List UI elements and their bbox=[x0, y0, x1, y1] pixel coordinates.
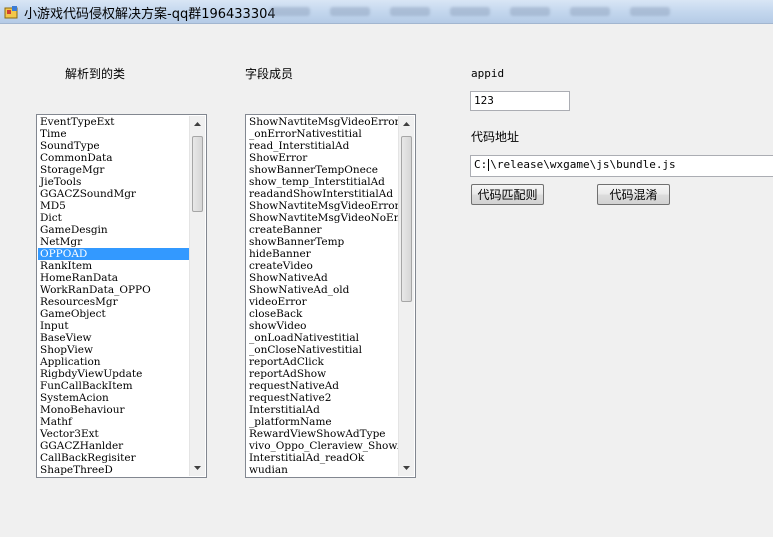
field-list-item[interactable]: wudian bbox=[247, 464, 398, 476]
class-list-item[interactable]: OPPOAD bbox=[38, 248, 189, 260]
class-listbox[interactable]: EventTypeExt Time SoundType CommonData Stora… bbox=[36, 114, 207, 478]
class-list-item[interactable]: GGACZSoundMgr bbox=[38, 188, 189, 200]
class-list-item[interactable]: BaseView bbox=[38, 332, 189, 344]
arrow-up-icon[interactable] bbox=[399, 116, 414, 132]
class-list-item[interactable]: Vector3Ext bbox=[38, 428, 189, 440]
blurred-menu-area bbox=[270, 7, 710, 17]
appid-value: 123 bbox=[474, 94, 494, 107]
arrow-down-icon[interactable] bbox=[399, 460, 414, 476]
field-list-item[interactable]: showVideo bbox=[247, 320, 398, 332]
code-path-rest: \release\wxgame\js\bundle.js bbox=[490, 158, 676, 171]
field-list-item[interactable]: ShowError bbox=[247, 152, 398, 164]
arrow-up-icon[interactable] bbox=[190, 116, 205, 132]
field-list-item[interactable]: RewardViewShowAdType bbox=[247, 428, 398, 440]
field-list-item[interactable]: createVideo bbox=[247, 260, 398, 272]
field-list-item[interactable]: InterstitialAd_readOk bbox=[247, 452, 398, 464]
field-list-item[interactable]: read_InterstitialAd bbox=[247, 140, 398, 152]
fields-label: 字段成员 bbox=[245, 67, 294, 81]
class-list-item[interactable]: CommonData bbox=[38, 152, 189, 164]
field-list-item[interactable]: show_temp_InterstitialAd bbox=[247, 176, 398, 188]
class-list-item[interactable]: GameObject bbox=[38, 308, 189, 320]
class-list-item[interactable]: FunCallBackItem bbox=[38, 380, 189, 392]
field-list-item[interactable]: _onCloseNativestitial bbox=[247, 344, 398, 356]
class-list-items: EventTypeExt Time SoundType CommonData Stora… bbox=[38, 116, 189, 476]
class-list-item[interactable]: RankItem bbox=[38, 260, 189, 272]
field-list-item[interactable]: showBannerTemp bbox=[247, 236, 398, 248]
field-list-item[interactable]: readandShowInterstitialAd bbox=[247, 188, 398, 200]
code-path-label: 代码地址 bbox=[471, 130, 520, 144]
field-list-item[interactable]: InterstitialAd bbox=[247, 404, 398, 416]
class-list-item[interactable]: SoundType bbox=[38, 140, 189, 152]
code-path-prefix: C: bbox=[474, 158, 488, 171]
field-list-item[interactable]: ShowNativeAd bbox=[247, 272, 398, 284]
class-list-item[interactable]: SystemAcion bbox=[38, 392, 189, 404]
field-listbox[interactable]: ShowNavtiteMsgVideoErrorI _onErrorNatives… bbox=[245, 114, 416, 478]
window-title: 小游戏代码侵权解决方案-qq群196433304 bbox=[24, 7, 276, 22]
field-list-item[interactable]: createBanner bbox=[247, 224, 398, 236]
class-list-item[interactable]: GameDesgin bbox=[38, 224, 189, 236]
field-list-item[interactable]: requestNative2 bbox=[247, 392, 398, 404]
class-list-item[interactable]: Mathf bbox=[38, 416, 189, 428]
class-list-item[interactable]: GGACZHanlder bbox=[38, 440, 189, 452]
field-list-item[interactable]: ShowNavtiteMsgVideoError bbox=[247, 200, 398, 212]
appid-label: appid bbox=[471, 67, 505, 80]
field-list-item[interactable]: closeBack bbox=[247, 308, 398, 320]
field-list-item[interactable]: showBannerTempOnece bbox=[247, 164, 398, 176]
field-list-scroll-thumb[interactable] bbox=[401, 136, 412, 302]
code-match-button[interactable]: 代码匹配则 bbox=[471, 184, 544, 205]
title-bar[interactable]: 小游戏代码侵权解决方案-qq群196433304 bbox=[0, 0, 773, 24]
class-list-item[interactable]: Input bbox=[38, 320, 189, 332]
class-list-scroll-thumb[interactable] bbox=[192, 136, 203, 212]
class-list-item[interactable]: NetMgr bbox=[38, 236, 189, 248]
class-list-item[interactable]: Time bbox=[38, 128, 189, 140]
class-list-item[interactable]: EventTypeExt bbox=[38, 116, 189, 128]
class-list-scrollbar[interactable] bbox=[189, 116, 205, 476]
field-list-item[interactable]: hideBanner bbox=[247, 248, 398, 260]
code-path-input[interactable]: C: \release\wxgame\js\bundle.js bbox=[470, 155, 773, 177]
class-list-item[interactable]: ShopView bbox=[38, 344, 189, 356]
class-list-item[interactable]: ShapeThreeD bbox=[38, 464, 189, 476]
field-list-item[interactable]: videoError bbox=[247, 296, 398, 308]
field-list-item[interactable]: ShowNavtiteMsgVideoNoEnd bbox=[247, 212, 398, 224]
main-form: 解析到的类 字段成员 appid EventTypeExt Time SoundTy… bbox=[0, 24, 773, 537]
class-list-item[interactable]: HomeRanData bbox=[38, 272, 189, 284]
class-list-item[interactable]: Application bbox=[38, 356, 189, 368]
field-list-item[interactable]: _onErrorNativestitial bbox=[247, 128, 398, 140]
class-list-item[interactable]: StorageMgr bbox=[38, 164, 189, 176]
classes-label: 解析到的类 bbox=[65, 67, 126, 81]
class-list-item[interactable]: CallBackRegisiter bbox=[38, 452, 189, 464]
field-list-item[interactable]: ShowNativeAd_old bbox=[247, 284, 398, 296]
field-list-item[interactable]: requestNativeAd bbox=[247, 380, 398, 392]
class-list-item[interactable]: MonoBehaviour bbox=[38, 404, 189, 416]
app-icon bbox=[4, 6, 18, 19]
field-list-item[interactable]: ShowNavtiteMsgVideoErrorI bbox=[247, 116, 398, 128]
code-obfuscate-button[interactable]: 代码混淆 bbox=[597, 184, 670, 205]
field-list-items: ShowNavtiteMsgVideoErrorI _onErrorNatives… bbox=[247, 116, 398, 476]
field-list-item[interactable]: _platformName bbox=[247, 416, 398, 428]
class-list-item[interactable]: Dict bbox=[38, 212, 189, 224]
field-list-scrollbar[interactable] bbox=[398, 116, 414, 476]
field-list-item[interactable]: reportAdClick bbox=[247, 356, 398, 368]
field-list-item[interactable]: vivo_Oppo_Cleraview_ShowA bbox=[247, 440, 398, 452]
class-list-item[interactable]: WorkRanData_OPPO bbox=[38, 284, 189, 296]
arrow-down-icon[interactable] bbox=[190, 460, 205, 476]
field-list-item[interactable]: _onLoadNativestitial bbox=[247, 332, 398, 344]
appid-input[interactable]: 123 bbox=[470, 91, 570, 111]
class-list-item[interactable]: MD5 bbox=[38, 200, 189, 212]
class-list-item[interactable]: JieTools bbox=[38, 176, 189, 188]
field-list-item[interactable]: reportAdShow bbox=[247, 368, 398, 380]
class-list-item[interactable]: ResourcesMgr bbox=[38, 296, 189, 308]
class-list-item[interactable]: RigbdyViewUpdate bbox=[38, 368, 189, 380]
